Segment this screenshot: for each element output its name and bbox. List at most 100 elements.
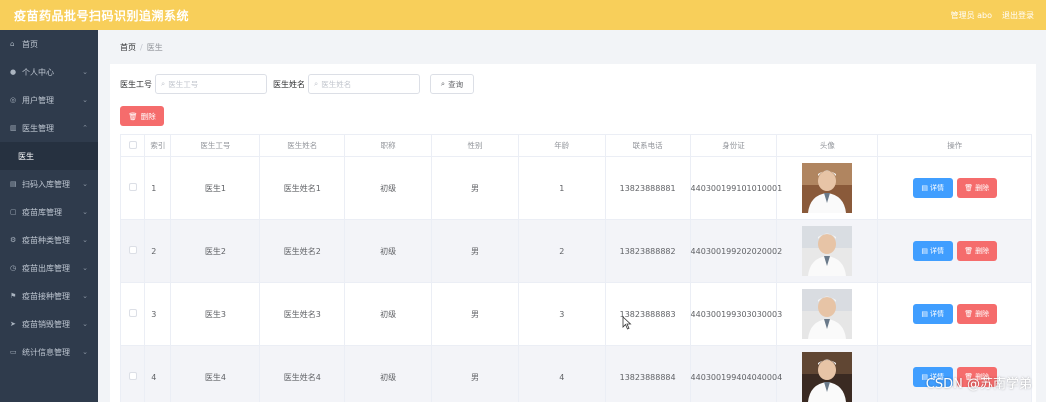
delete-label: 删除 bbox=[975, 184, 990, 192]
column-header: 索引 bbox=[144, 134, 172, 157]
row-checkbox[interactable] bbox=[128, 372, 137, 380]
trash-icon: 🗑 bbox=[964, 184, 974, 192]
sidebar-item-label: 疫苗接种管理 bbox=[22, 291, 70, 301]
sidebar-item-10[interactable]: ➤ 疫苗销毁管理 ⌄ bbox=[0, 310, 98, 338]
row-checkbox[interactable] bbox=[128, 246, 137, 254]
detail-label: 详情 bbox=[930, 184, 944, 192]
column-header: 操作 bbox=[877, 134, 1032, 157]
index-cell: 4 bbox=[144, 345, 172, 402]
row-checkbox[interactable] bbox=[128, 183, 137, 191]
detail-button[interactable]: ▤ 详情 bbox=[912, 241, 953, 261]
sidebar-item-1[interactable]: ● 个人中心 ⌄ bbox=[0, 58, 98, 86]
scan-icon: ▤ bbox=[10, 180, 17, 188]
search-icon: ⌕ bbox=[440, 79, 446, 88]
trash-icon: 🗑 bbox=[964, 247, 974, 255]
table-row[interactable]: 3 医生3 医生姓名3 初级男 3 13823888883 4403001993030300… bbox=[119, 282, 1032, 346]
column-header: 身份证 bbox=[689, 134, 778, 157]
chat-icon: ▭ bbox=[10, 348, 17, 356]
trash-icon: 🗑 bbox=[964, 310, 974, 318]
doctor-name-label: 医生姓名 bbox=[273, 79, 305, 89]
sidebar-item-4[interactable]: 医生 bbox=[0, 142, 98, 170]
app-title: 疫苗药品批号扫码识别追溯系统 bbox=[14, 8, 190, 23]
row-checkbox[interactable] bbox=[128, 309, 137, 317]
detail-button[interactable]: ▤ 详情 bbox=[912, 178, 953, 198]
sidebar-item-6[interactable]: ▢ 疫苗库管理 ⌄ bbox=[0, 198, 98, 226]
chevron-icon: ⌄ bbox=[82, 264, 88, 272]
detail-label: 详情 bbox=[930, 310, 944, 318]
batch-delete-button[interactable]: 🗑 删除 bbox=[120, 106, 164, 126]
admin-label: 管理员 abo bbox=[950, 10, 992, 20]
delete-button[interactable]: 🗑 删除 bbox=[956, 304, 997, 324]
title-cell: 初级 bbox=[344, 345, 433, 402]
logout-link[interactable]: 退出登录 bbox=[1002, 10, 1034, 21]
chevron-icon: ⌄ bbox=[82, 320, 88, 328]
trash-icon: 🗑 bbox=[128, 111, 138, 121]
chevron-icon: ⌄ bbox=[82, 292, 88, 300]
content-panel: 医生工号 ⌕ 医生工号 医生姓名 ⌕ 医生姓名 ⌕ 查询 🗑 删除 索引 医生工号 医生… bbox=[110, 64, 1036, 402]
sidebar-item-3[interactable]: ▥ 医生管理 ⌃ bbox=[0, 114, 98, 142]
sidebar-item-5[interactable]: ▤ 扫码入库管理 ⌄ bbox=[0, 170, 98, 198]
sidebar-item-2[interactable]: ◎ 用户管理 ⌄ bbox=[0, 86, 98, 114]
idcard-cell: 440300199404040004 bbox=[689, 345, 782, 402]
doctor-id-cell: 医生4 bbox=[170, 345, 261, 402]
sidebar-item-8[interactable]: ◷ 疫苗出库管理 ⌄ bbox=[0, 254, 98, 282]
doctor-name-cell: 医生姓名3 bbox=[259, 282, 346, 346]
doctor-name-placeholder: 医生姓名 bbox=[321, 79, 352, 89]
doctor-id-label: 医生工号 bbox=[120, 79, 152, 89]
search-icon: ⌕ bbox=[314, 79, 319, 88]
doctor-name-input[interactable]: ⌕ 医生姓名 bbox=[308, 74, 420, 94]
breadcrumb-current: 医生 bbox=[146, 43, 163, 52]
query-button[interactable]: ⌕ 查询 bbox=[430, 74, 474, 94]
age-cell: 3 bbox=[517, 282, 606, 346]
checkbox-cell bbox=[119, 282, 146, 346]
gender-cell: 男 bbox=[431, 282, 519, 346]
sidebar-item-label: 用户管理 bbox=[22, 95, 54, 105]
delete-label: 删除 bbox=[975, 247, 990, 255]
sidebar-item-0[interactable]: ⌂ 首页 bbox=[0, 30, 98, 58]
sidebar-item-9[interactable]: ⚑ 疫苗接种管理 ⌄ bbox=[0, 282, 98, 310]
home-icon: ⌂ bbox=[10, 40, 15, 48]
actions-cell: ▤ 详情 🗑 删除 bbox=[877, 156, 1032, 220]
column-header[interactable] bbox=[119, 134, 146, 157]
table-header-row: 索引 医生工号 医生姓名 职称 性别 年龄 联系电话 身份证 头像 操作 bbox=[119, 134, 1032, 157]
doctor-name-cell: 医生姓名2 bbox=[259, 219, 346, 283]
delete-button[interactable]: 🗑 删除 bbox=[956, 178, 997, 198]
phone-cell: 13823888884 bbox=[604, 345, 691, 402]
detail-button[interactable]: ▤ 详情 bbox=[912, 304, 953, 324]
flag-icon: ⚑ bbox=[10, 292, 17, 300]
column-header: 性别 bbox=[431, 134, 519, 157]
doctor-id-cell: 医生3 bbox=[170, 282, 261, 346]
sidebar-item-label: 个人中心 bbox=[22, 67, 54, 77]
breadcrumb-home[interactable]: 首页 bbox=[120, 43, 136, 52]
column-header: 职称 bbox=[344, 134, 433, 157]
table-row[interactable]: 2 医生2 医生姓名2 初级男 2 13823888882 4403001992020200… bbox=[119, 219, 1032, 283]
table-row[interactable]: 4 医生4 医生姓名4 初级男 4 13823888884 4403001994040400… bbox=[119, 345, 1032, 402]
watermark: CSDN @苏南学弟 bbox=[925, 377, 1032, 392]
column-header: 头像 bbox=[776, 134, 879, 157]
delete-button[interactable]: 🗑 删除 bbox=[956, 241, 997, 261]
send-icon: ➤ bbox=[10, 320, 16, 328]
search-icon: ⌕ bbox=[161, 79, 166, 88]
title-cell: 初级 bbox=[344, 219, 433, 283]
main-content: 首页 / 医生 医生工号 ⌕ 医生工号 医生姓名 ⌕ 医生姓名 ⌕ 查询 🗑 删除 bbox=[98, 30, 1046, 402]
doctor-name-cell: 医生姓名1 bbox=[259, 156, 346, 220]
sidebar-item-7[interactable]: ⚙ 疫苗种类管理 ⌄ bbox=[0, 226, 98, 254]
breadcrumb: 首页 / 医生 bbox=[120, 43, 163, 52]
chevron-icon: ⌄ bbox=[82, 180, 88, 188]
avatar-cell bbox=[776, 282, 879, 346]
idcard-cell: 440300199303030003 bbox=[689, 282, 782, 346]
age-cell: 2 bbox=[517, 219, 606, 283]
sidebar-item-label: 首页 bbox=[22, 39, 38, 49]
store-icon: ▢ bbox=[10, 208, 17, 216]
idcard-cell: 440300199101010001 bbox=[689, 156, 782, 220]
chevron-icon: ⌃ bbox=[82, 124, 88, 132]
doctor-id-input[interactable]: ⌕ 医生工号 bbox=[155, 74, 267, 94]
title-cell: 初级 bbox=[344, 156, 433, 220]
search-bar: 医生工号 ⌕ 医生工号 医生姓名 ⌕ 医生姓名 ⌕ 查询 bbox=[120, 74, 474, 94]
sidebar-item-label: 统计信息管理 bbox=[22, 347, 70, 357]
avatar-cell bbox=[776, 219, 879, 283]
select-all-checkbox[interactable] bbox=[128, 140, 137, 149]
table-row[interactable]: 1 医生1 医生姓名1 初级男 1 13823888881 4403001991010100… bbox=[119, 156, 1032, 220]
column-header: 联系电话 bbox=[604, 134, 691, 157]
sidebar-item-11[interactable]: ▭ 统计信息管理 ⌄ bbox=[0, 338, 98, 366]
